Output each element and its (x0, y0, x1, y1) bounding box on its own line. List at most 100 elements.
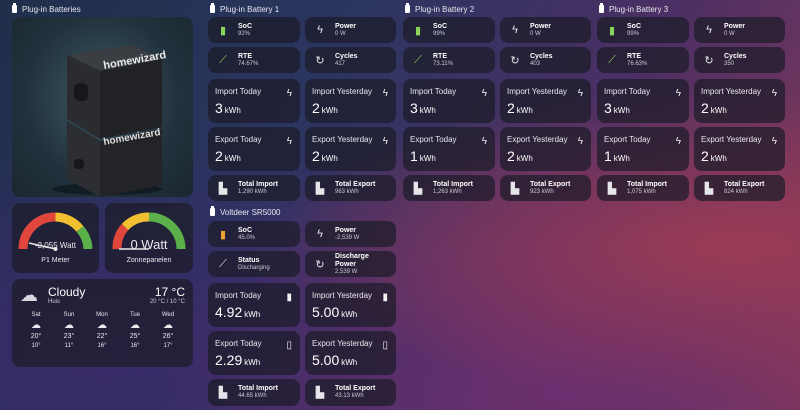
weather-temp: 17 °C (154, 285, 185, 299)
import-today-card[interactable]: Import Today ϟ 3 kWh (403, 79, 495, 123)
homewizard-battery-image: homewizard homewizard (52, 45, 167, 197)
soc-tile[interactable]: ▮ SoC 99% (403, 17, 495, 43)
total-import-tile[interactable]: ▙ Total Import 1,263 kWh (403, 175, 495, 201)
gauge-card-solar[interactable]: 0 Watt Zonnepanelen (105, 203, 193, 273)
tile-value: 0 W (335, 30, 346, 37)
unit: kWh (224, 154, 241, 163)
rte-tile[interactable]: ⟋ RTE 76.63% (597, 47, 689, 73)
big-value: 3 (410, 100, 418, 116)
soc-tile[interactable]: ▮ SoC 99% (597, 17, 689, 43)
tile-label: Power (530, 22, 552, 30)
tile-value: 403 (530, 60, 541, 67)
voltdeer-import-today[interactable]: Import Today ▮ 4.92 kWh (208, 283, 300, 327)
export-yesterday-card[interactable]: Export Yesterday ϟ 2 kWh (500, 127, 591, 171)
battery-icon (210, 3, 215, 13)
tile-label: Total Export (724, 180, 765, 188)
device-image-card[interactable]: homewizard homewizard (12, 17, 193, 197)
battery-full-icon: ▮ (414, 24, 422, 37)
lightning-icon: ϟ (675, 88, 681, 99)
tile-value: 2,539 W (335, 268, 358, 275)
unit: kWh (341, 310, 358, 319)
voltdeer-export-yesterday[interactable]: Export Yesterday ▯ 5.00 kWh (305, 331, 396, 375)
unit: kWh (613, 106, 630, 115)
tile-value: 1,075 kWh (627, 188, 656, 195)
total-import-tile[interactable]: ▙ Total Import 1,290 kWh (208, 175, 300, 201)
weather-range: 20 °C / 10 °C (149, 299, 185, 305)
voltdeer-total-export-tile[interactable]: ▙ Total Export 43.13 kWh (305, 379, 396, 406)
import-yesterday-card[interactable]: Import Yesterday ϟ 2 kWh (305, 79, 396, 123)
refresh-icon: ↻ (510, 54, 520, 67)
meter-import-icon: ▙ (607, 182, 617, 195)
rte-tile[interactable]: ⟋ RTE 73.11% (403, 47, 495, 73)
battery-half-icon: ▮ (219, 228, 227, 241)
big-value: 2 (507, 148, 515, 164)
export-yesterday-card[interactable]: Export Yesterday ϟ 2 kWh (694, 127, 785, 171)
forecast-day-tue: Tue ☁ 25° 16° (124, 312, 146, 349)
big-label: Import Today (215, 291, 262, 300)
voltdeer-import-yesterday[interactable]: Import Yesterday ▮ 5.00 kWh (305, 283, 396, 327)
tile-label: Cycles (724, 52, 747, 60)
p1-value: -2,055 Watt (34, 241, 77, 250)
weather-condition: Cloudy (48, 285, 86, 299)
lightning-icon: ϟ (771, 136, 777, 147)
tile-label: SoC (433, 22, 447, 30)
rte-tile[interactable]: ⟋ RTE 74.67% (208, 47, 300, 73)
export-yesterday-card[interactable]: Export Yesterday ϟ 2 kWh (305, 127, 396, 171)
cycles-tile[interactable]: ↻ Cycles 417 (305, 47, 396, 73)
total-export-tile[interactable]: ▙ Total Export 824 kWh (694, 175, 785, 201)
big-label: Import Yesterday (312, 87, 373, 96)
total-export-tile[interactable]: ▙ Total Export 923 kWh (500, 175, 591, 201)
cycles-tile[interactable]: ↻ Cycles 403 (500, 47, 591, 73)
gauge-card-p1[interactable]: -2,055 Watt P1 Meter (12, 203, 99, 273)
total-import-tile[interactable]: ▙ Total Import 1,075 kWh (597, 175, 689, 201)
forecast-day-sat: Sat ☁ 20° 10° (25, 312, 47, 349)
tile-label: Total Import (433, 180, 473, 188)
voltdeer-total-import-tile[interactable]: ▙ Total Import 44.65 kWh (208, 379, 300, 406)
import-yesterday-card[interactable]: Import Yesterday ϟ 2 kWh (500, 79, 591, 123)
big-value: 2 (215, 148, 223, 164)
cloud-icon: ☁ (64, 320, 74, 331)
forecast-day-sun: Sun ☁ 23° 11° (58, 312, 80, 349)
tile-label: Total Import (238, 180, 278, 188)
tile-value: Discharging (238, 264, 270, 271)
voltdeer-soc-tile[interactable]: ▮ SoC 45.0% (208, 221, 300, 247)
power-tile[interactable]: ϟ Power 0 W (694, 17, 785, 43)
soc-tile[interactable]: ▮ SoC 92% (208, 17, 300, 43)
export-today-card[interactable]: Export Today ϟ 2 kWh (208, 127, 300, 171)
export-today-card[interactable]: Export Today ϟ 1 kWh (597, 127, 689, 171)
unit: kWh (419, 154, 436, 163)
power-tile[interactable]: ϟ Power 0 W (305, 17, 396, 43)
section-title: Plug-in Battery 3 (609, 4, 669, 14)
big-value: 2 (312, 148, 320, 164)
voltdeer-export-today[interactable]: Export Today ▯ 2.29 kWh (208, 331, 300, 375)
unit: kWh (321, 106, 338, 115)
lightning-icon: ϟ (286, 88, 292, 99)
section-title: Voltdeer SR5000 (220, 207, 281, 217)
import-yesterday-card[interactable]: Import Yesterday ϟ 2 kWh (694, 79, 785, 123)
big-label: Import Yesterday (507, 87, 568, 96)
voltdeer-status-tile[interactable]: ⟋ Status Discharging (208, 251, 300, 277)
voltdeer-power-tile[interactable]: ϟ Power -2,539 W (305, 221, 396, 247)
big-value: 2.29 (215, 352, 243, 368)
tile-value: 44.65 kWh (238, 393, 267, 400)
big-label: Import Today (215, 87, 262, 96)
voltdeer-discharge-tile[interactable]: ↻ Discharge Power 2,539 W (305, 251, 396, 277)
tile-label: RTE (433, 52, 447, 60)
tile-label: Power (335, 22, 357, 30)
lightning-icon: ϟ (317, 24, 323, 36)
tile-value: 1,290 kWh (238, 188, 267, 195)
lightning-icon: ϟ (577, 88, 583, 99)
big-label: Export Yesterday (312, 135, 373, 144)
total-export-tile[interactable]: ▙ Total Export 963 kWh (305, 175, 396, 201)
unit: kWh (710, 154, 727, 163)
cloud-icon: ☁ (20, 285, 38, 305)
import-today-card[interactable]: Import Today ϟ 3 kWh (208, 79, 300, 123)
big-label: Import Yesterday (312, 291, 373, 300)
import-today-card[interactable]: Import Today ϟ 3 kWh (597, 79, 689, 123)
weather-card[interactable]: ☁ Cloudy Huis 17 °C 20 °C / 10 °C Sat ☁ 20… (12, 279, 193, 367)
power-tile[interactable]: ϟ Power 0 W (500, 17, 591, 43)
battery-charging-icon: ▮ (286, 292, 292, 303)
cycles-tile[interactable]: ↻ Cycles 350 (694, 47, 785, 73)
tile-value: 99% (627, 30, 640, 37)
export-today-card[interactable]: Export Today ϟ 1 kWh (403, 127, 495, 171)
